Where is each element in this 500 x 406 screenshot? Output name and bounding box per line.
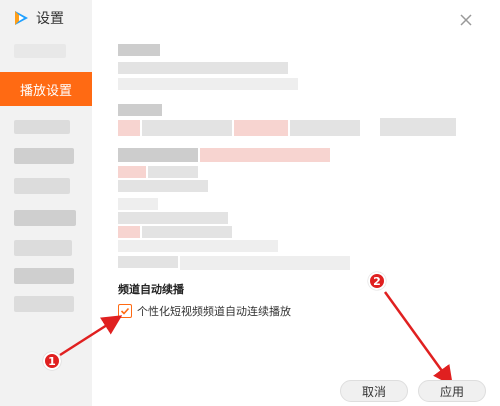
apply-button[interactable]: 应用: [418, 380, 486, 402]
sidebar-item-blurred[interactable]: [14, 210, 76, 226]
annotation-callout-1: 1: [43, 352, 61, 370]
check-icon: [120, 307, 130, 315]
sidebar-item-blurred[interactable]: [14, 44, 66, 58]
window-title: 设置: [36, 11, 64, 27]
annotation-callout-2: 2: [368, 272, 386, 290]
section-title-channel-autoplay: 频道自动续播: [118, 283, 184, 296]
sidebar: 设置 播放设置: [0, 0, 92, 406]
sidebar-item-blurred[interactable]: [14, 296, 74, 312]
tencent-video-logo-icon: [15, 11, 28, 25]
sidebar-item-blurred[interactable]: [14, 268, 74, 284]
sidebar-item-blurred[interactable]: [14, 148, 74, 164]
app-header: 设置: [12, 8, 64, 28]
sidebar-item-playback-settings[interactable]: 播放设置: [0, 72, 92, 106]
autoplay-checkbox[interactable]: [118, 304, 132, 318]
autoplay-checkbox-row[interactable]: 个性化短视频频道自动连续播放: [118, 303, 291, 319]
close-icon[interactable]: [458, 12, 474, 28]
autoplay-checkbox-label: 个性化短视频频道自动连续播放: [137, 305, 291, 318]
sidebar-item-label: 播放设置: [19, 83, 72, 99]
sidebar-item-blurred[interactable]: [14, 240, 72, 256]
sidebar-item-blurred[interactable]: [14, 120, 70, 134]
cancel-button[interactable]: 取消: [340, 380, 408, 402]
sidebar-item-blurred[interactable]: [14, 178, 70, 194]
